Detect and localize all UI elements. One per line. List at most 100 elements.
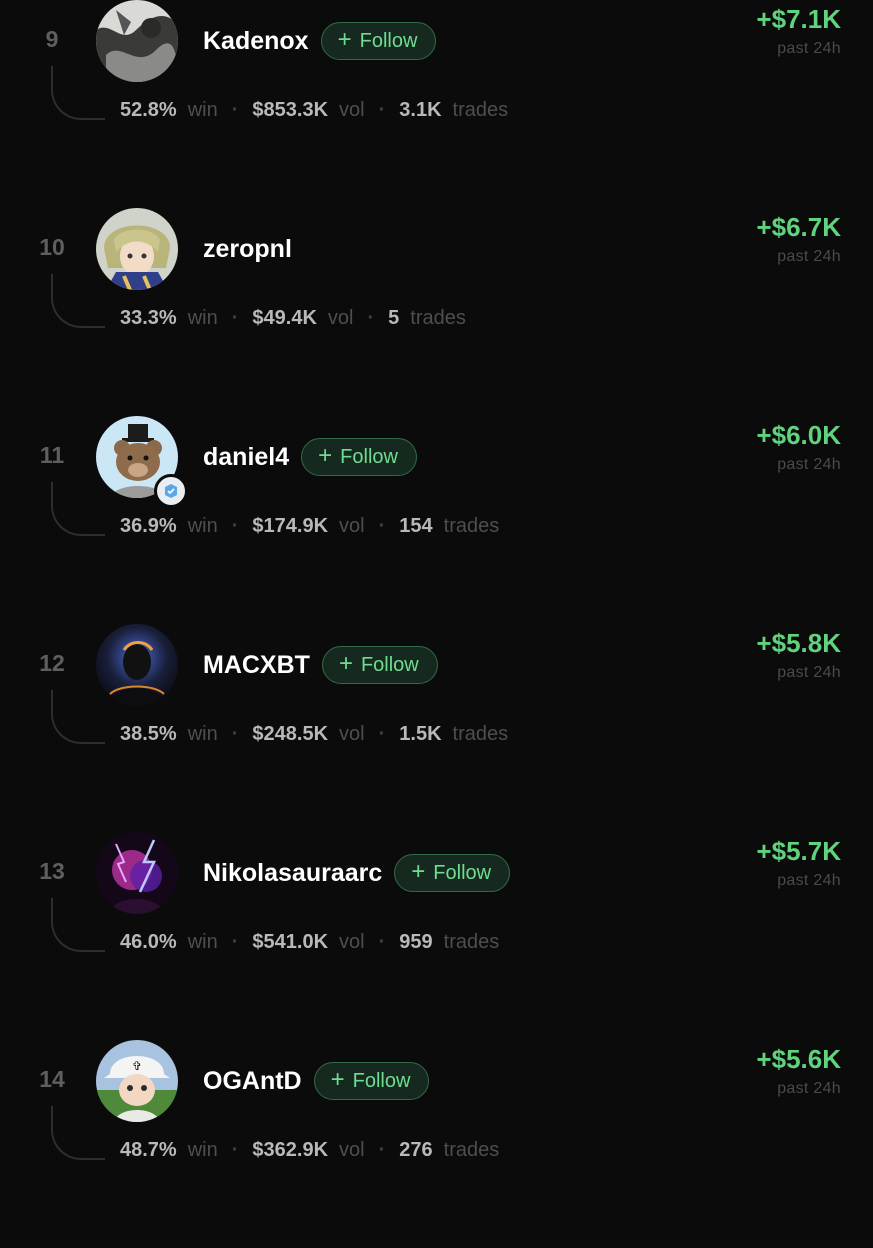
- avatar[interactable]: [96, 208, 178, 290]
- separator-dot: ·: [367, 307, 375, 329]
- leaderboard-row[interactable]: 12 MACXBT + Follow +$5.8K past 24h 38.5% win · $2…: [0, 624, 873, 832]
- pnl-value: +$6.0K: [756, 420, 841, 450]
- trader-name[interactable]: OGAntD: [203, 1067, 302, 1096]
- name-group: daniel4 + Follow: [203, 436, 417, 478]
- leaderboard-row[interactable]: 11 daniel4 + Follow +$6.0K past 24h 36.9% win · $…: [0, 416, 873, 624]
- win-rate-label: win: [187, 931, 218, 953]
- avatar[interactable]: [96, 832, 178, 914]
- pnl-value: +$5.6K: [756, 1044, 841, 1074]
- trader-stats: 38.5% win · $248.5K vol · 1.5K trades: [120, 723, 508, 746]
- trader-name[interactable]: zeropnl: [203, 235, 292, 264]
- trades-value: 154: [399, 515, 433, 537]
- trader-name[interactable]: Kadenox: [203, 27, 309, 56]
- pnl-period: past 24h: [777, 1080, 841, 1097]
- volume-value: $248.5K: [252, 723, 329, 745]
- trades-label: trades: [443, 515, 500, 537]
- volume-value: $541.0K: [252, 931, 329, 953]
- volume-value: $853.3K: [252, 99, 329, 121]
- pnl-value: +$6.7K: [756, 212, 841, 242]
- plus-icon: +: [330, 1066, 345, 1093]
- pnl-period: past 24h: [777, 872, 841, 889]
- pnl-value: +$5.8K: [756, 628, 841, 658]
- trader-name[interactable]: daniel4: [203, 443, 289, 472]
- volume-value: $174.9K: [252, 515, 329, 537]
- win-rate-label: win: [187, 515, 218, 537]
- row-connector-line: [51, 274, 105, 328]
- trades-label: trades: [443, 1139, 500, 1161]
- name-group: MACXBT + Follow: [203, 644, 438, 686]
- leaderboard-row[interactable]: 13 Nikolasauraarc + Follow +$5.7K past 24h 46.…: [0, 832, 873, 1040]
- follow-label: Follow: [359, 29, 418, 52]
- pnl-period: past 24h: [777, 248, 841, 265]
- separator-dot: ·: [231, 307, 239, 329]
- volume-label: vol: [339, 1139, 365, 1161]
- follow-label: Follow: [352, 1069, 411, 1092]
- volume-label: vol: [339, 931, 365, 953]
- trader-name[interactable]: Nikolasauraarc: [203, 859, 382, 888]
- follow-button[interactable]: + Follow: [394, 854, 511, 892]
- volume-label: vol: [327, 307, 354, 329]
- win-rate-value: 38.5%: [120, 723, 177, 745]
- trader-stats: 52.8% win · $853.3K vol · 3.1K trades: [120, 99, 508, 122]
- row-connector-line: [51, 898, 105, 952]
- win-rate-value: 33.3%: [120, 307, 177, 329]
- follow-label: Follow: [433, 861, 492, 884]
- name-group: Kadenox + Follow: [203, 20, 437, 62]
- volume-value: $362.9K: [252, 1139, 329, 1161]
- avatar[interactable]: [96, 624, 178, 706]
- win-rate-label: win: [187, 1139, 218, 1161]
- rank-number: 11: [39, 442, 65, 468]
- trades-label: trades: [452, 99, 509, 121]
- leaderboard-row[interactable]: 10 zeropnl +$6.7K past 24h 33.3% win · $49.4K vo…: [0, 208, 873, 416]
- follow-button[interactable]: + Follow: [321, 646, 438, 684]
- name-group: zeropnl: [203, 228, 292, 270]
- trader-stats: 36.9% win · $174.9K vol · 154 trades: [120, 515, 499, 538]
- win-rate-value: 48.7%: [120, 1139, 177, 1161]
- follow-button[interactable]: + Follow: [313, 1062, 430, 1100]
- name-group: OGAntD + Follow: [203, 1060, 430, 1102]
- volume-label: vol: [339, 723, 365, 745]
- separator-dot: ·: [231, 1139, 239, 1161]
- verified-badge-icon: [154, 474, 188, 508]
- plus-icon: +: [318, 442, 333, 469]
- rank-number: 9: [45, 26, 59, 52]
- separator-dot: ·: [378, 99, 386, 121]
- pnl-period: past 24h: [777, 664, 841, 681]
- trades-label: trades: [410, 307, 466, 329]
- win-rate-label: win: [187, 307, 218, 329]
- trades-label: trades: [452, 723, 509, 745]
- trader-stats: 48.7% win · $362.9K vol · 276 trades: [120, 1139, 499, 1162]
- rank-number: 12: [39, 650, 65, 676]
- rank-number: 10: [39, 234, 65, 260]
- plus-icon: +: [337, 26, 352, 53]
- trades-value: 5: [388, 307, 400, 329]
- plus-icon: +: [411, 858, 426, 885]
- separator-dot: ·: [231, 723, 239, 745]
- pnl-period: past 24h: [777, 456, 841, 473]
- trader-name[interactable]: MACXBT: [203, 651, 310, 680]
- leaderboard-row[interactable]: 14 ✞ OGAntD + Follow +$5.6K past 24h 48.7% win · $…: [0, 1040, 873, 1248]
- pnl-value: +$7.1K: [756, 4, 841, 34]
- rank-number: 14: [39, 1066, 65, 1092]
- follow-label: Follow: [340, 445, 398, 468]
- pnl-value: +$5.7K: [756, 836, 841, 866]
- name-group: Nikolasauraarc + Follow: [203, 852, 511, 894]
- leaderboard-row[interactable]: 9 Kadenox + Follow +$7.1K past 24h 52.8% win · $8…: [0, 0, 873, 208]
- row-connector-line: [51, 690, 105, 744]
- trader-stats: 33.3% win · $49.4K vol · 5 trades: [120, 307, 466, 330]
- row-connector-line: [51, 482, 105, 536]
- separator-dot: ·: [378, 1139, 386, 1161]
- separator-dot: ·: [378, 515, 386, 537]
- follow-button[interactable]: + Follow: [301, 438, 417, 476]
- plus-icon: +: [338, 650, 353, 677]
- avatar[interactable]: ✞: [96, 1040, 178, 1122]
- row-connector-line: [51, 1106, 105, 1160]
- win-rate-value: 46.0%: [120, 931, 177, 953]
- volume-value: $49.4K: [252, 307, 317, 329]
- follow-button[interactable]: + Follow: [320, 22, 437, 60]
- win-rate-label: win: [187, 723, 218, 745]
- avatar[interactable]: [96, 0, 178, 82]
- trades-value: 3.1K: [399, 99, 442, 121]
- follow-label: Follow: [360, 653, 419, 676]
- separator-dot: ·: [231, 515, 239, 537]
